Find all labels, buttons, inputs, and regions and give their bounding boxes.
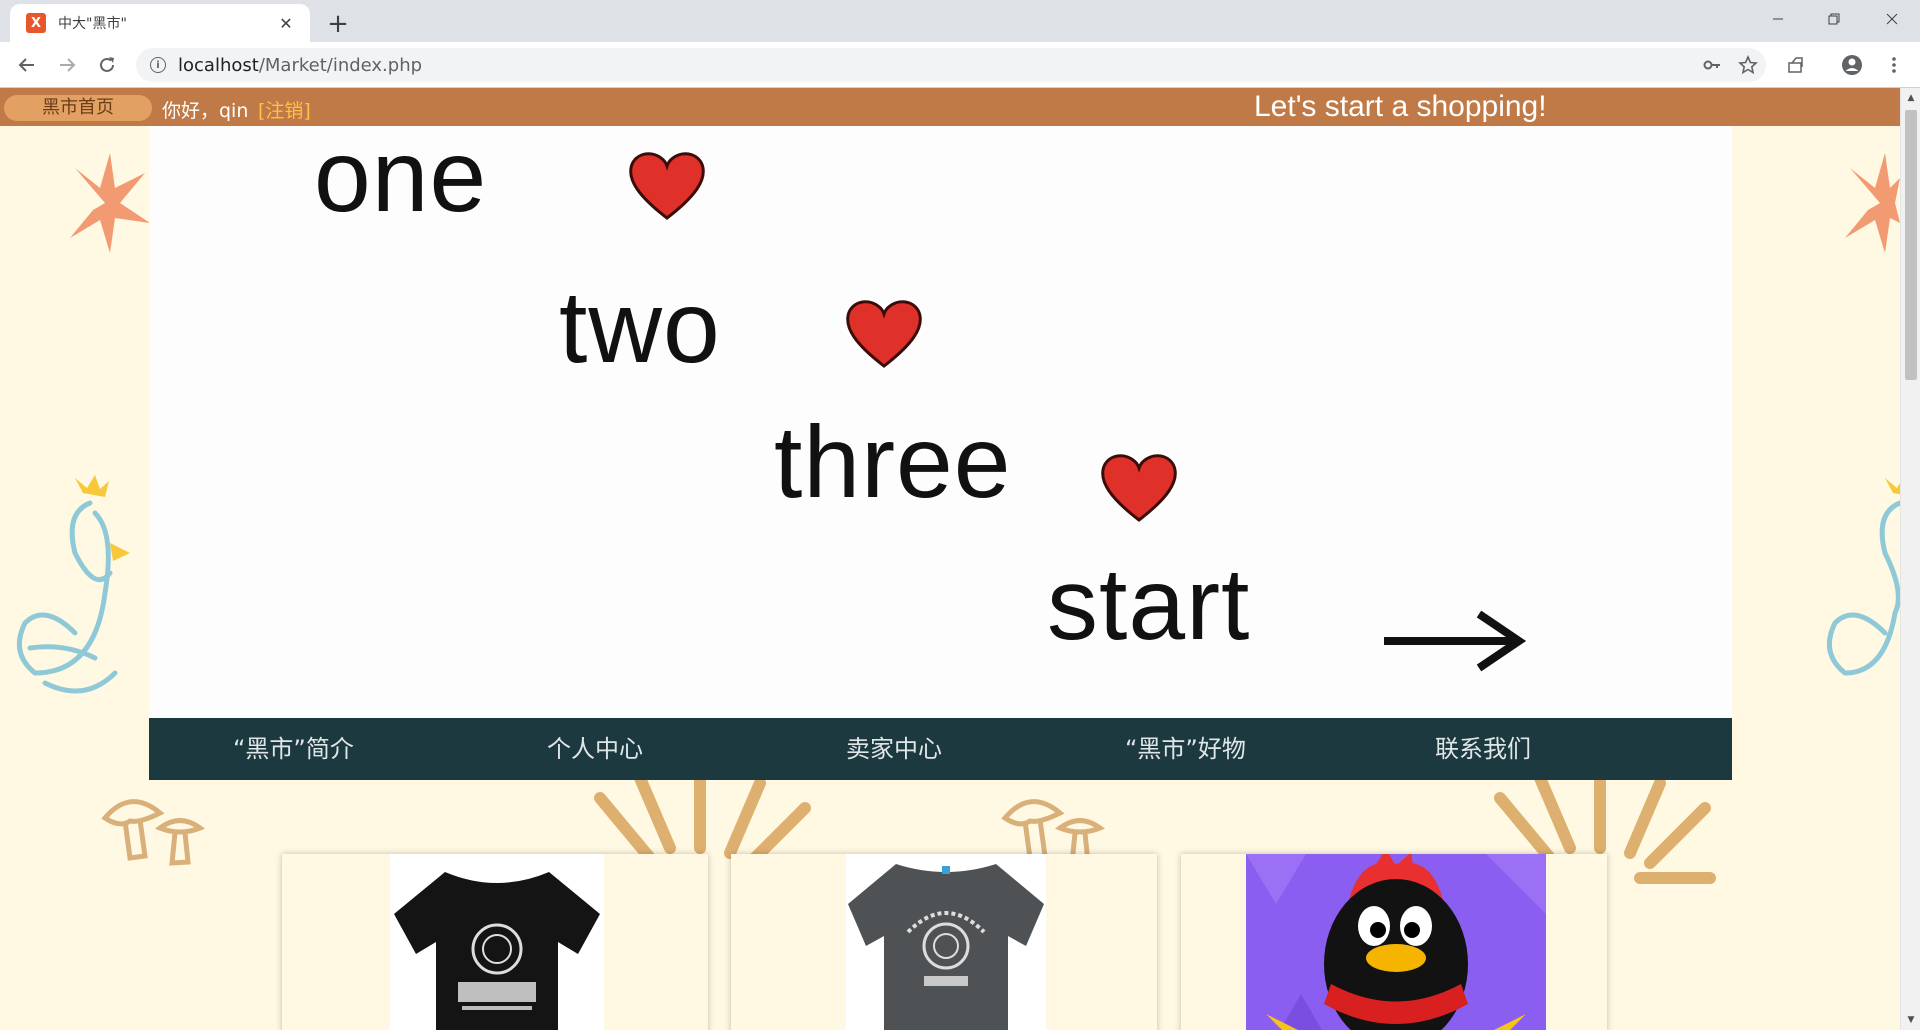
banner-word-one: one	[314, 119, 488, 233]
product-card[interactable]	[1181, 854, 1607, 1030]
tab-title: 中大"黑市"	[58, 16, 127, 32]
banner-word-start[interactable]: start	[1047, 546, 1250, 663]
reload-icon	[100, 57, 114, 72]
nav-item-goods[interactable]: “黑市”好物	[1125, 718, 1246, 780]
flower-doodle-right-icon	[1845, 153, 1900, 253]
xampp-favicon-icon: X	[26, 13, 46, 33]
scroll-up-arrow-icon[interactable]: ▲	[1901, 90, 1920, 106]
tshirt-black-icon	[394, 872, 600, 1030]
main-nav: “黑市”简介 个人中心 卖家中心 “黑市”好物 联系我们	[149, 718, 1732, 780]
tab-close-icon[interactable]: ✕	[274, 11, 298, 35]
reload-button[interactable]	[91, 49, 123, 81]
browser-tabbar: X 中大"黑市" ✕ +	[0, 0, 1920, 42]
tshirt-gray-icon	[848, 864, 1044, 1030]
profile-avatar-icon[interactable]	[1836, 49, 1868, 81]
arrow-right-icon	[60, 58, 76, 72]
banner-word-two: two	[559, 270, 721, 384]
forward-button[interactable]	[51, 49, 83, 81]
page-viewport: 黑市首页 你好，qin [注销] Let's start a shopping!…	[0, 88, 1900, 1030]
scroll-down-arrow-icon[interactable]: ▼	[1901, 1012, 1920, 1028]
close-icon	[1886, 13, 1898, 25]
window-minimize-button[interactable]	[1750, 0, 1806, 38]
heart-3-icon	[1101, 454, 1177, 522]
nav-item-contact[interactable]: 联系我们	[1435, 718, 1531, 780]
home-button[interactable]: 黑市首页	[4, 95, 152, 121]
product-image[interactable]	[846, 854, 1046, 1030]
extension-icon[interactable]	[1780, 49, 1812, 81]
arrow-left-icon	[18, 58, 34, 72]
arrow-right-icon[interactable]	[1379, 606, 1529, 676]
heart-icon	[629, 152, 705, 220]
browser-tab[interactable]: X 中大"黑市" ✕	[10, 4, 310, 42]
penguin-icon	[1246, 854, 1546, 1030]
swan-doodle-right-icon	[1826, 478, 1900, 676]
bookmark-star-icon[interactable]	[1730, 48, 1766, 82]
hero-banner: one two three start	[149, 119, 1732, 718]
nav-item-intro[interactable]: “黑市”简介	[233, 718, 354, 780]
product-image[interactable]	[390, 854, 604, 1030]
product-image[interactable]	[1246, 854, 1546, 1030]
address-bar[interactable]: i localhost/Market/index.php	[136, 48, 1766, 82]
product-card[interactable]	[282, 854, 708, 1030]
heart-2-icon	[846, 300, 922, 368]
window-restore-button[interactable]	[1806, 0, 1862, 38]
kebab-menu-icon[interactable]	[1878, 49, 1910, 81]
product-card[interactable]	[731, 854, 1157, 1030]
nav-item-seller-center[interactable]: 卖家中心	[846, 718, 942, 780]
new-tab-button[interactable]: +	[322, 8, 354, 40]
browser-toolbar: i localhost/Market/index.php	[0, 42, 1920, 88]
scrollbar-thumb[interactable]	[1905, 110, 1917, 380]
logout-link[interactable]: [注销]	[258, 96, 311, 123]
restore-icon	[1828, 13, 1840, 25]
flower-doodle-icon	[70, 153, 150, 253]
mushroom-doodle-icon	[101, 799, 206, 866]
url-text: localhost/Market/index.php	[178, 54, 423, 76]
banner-word-three: three	[774, 405, 1012, 519]
minimize-icon	[1773, 18, 1783, 20]
nav-item-personal-center[interactable]: 个人中心	[547, 718, 643, 780]
window-close-button[interactable]	[1864, 0, 1920, 38]
site-slogan: Let's start a shopping!	[1254, 90, 1547, 123]
page-scrollbar[interactable]: ▲ ▼	[1900, 88, 1920, 1030]
key-icon[interactable]	[1694, 48, 1730, 82]
user-greeting: 你好，qin	[162, 100, 249, 122]
site-header-bar: 黑市首页 你好，qin [注销] Let's start a shopping!	[0, 88, 1900, 126]
swan-doodle-icon	[16, 475, 130, 694]
back-button[interactable]	[11, 49, 43, 81]
info-icon[interactable]: i	[150, 57, 166, 73]
